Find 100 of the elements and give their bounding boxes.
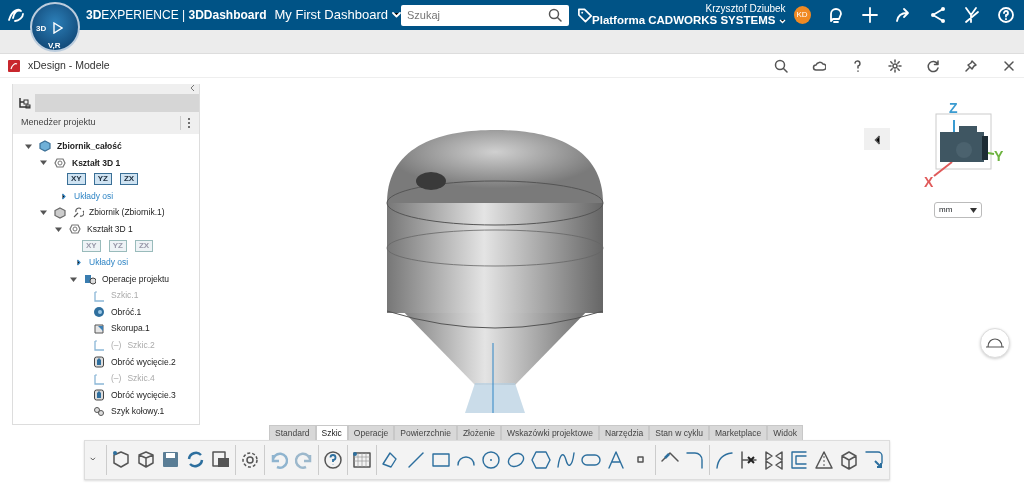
part-icon[interactable] xyxy=(135,449,157,471)
caret-icon[interactable] xyxy=(25,142,32,150)
tree-item[interactable]: Zbiornik_całość xyxy=(57,139,122,153)
tree-item[interactable]: Obróć wycięcie.2 xyxy=(111,355,176,369)
toolbar-tab[interactable]: Widok xyxy=(767,425,803,440)
more-icon[interactable] xyxy=(187,116,191,129)
revolve-icon xyxy=(93,306,105,319)
network-icon[interactable] xyxy=(928,6,947,24)
link-icon xyxy=(72,206,84,219)
spline-icon[interactable] xyxy=(555,449,577,471)
refresh-icon[interactable] xyxy=(926,58,940,73)
fillet-icon[interactable] xyxy=(684,449,706,471)
chevron-icon xyxy=(873,135,881,146)
caret-icon[interactable] xyxy=(40,159,47,167)
search-icon xyxy=(547,8,562,22)
trim-icon[interactable] xyxy=(738,449,760,471)
plane-icon[interactable]: XY xyxy=(67,173,86,186)
exit-sketch-icon[interactable] xyxy=(863,449,885,471)
search-button[interactable] xyxy=(540,4,569,26)
toolbar-tab[interactable]: Powierzchnie xyxy=(394,425,457,440)
suppressed-mark: (–) xyxy=(111,339,122,352)
play-icon xyxy=(51,22,63,34)
tree-item[interactable]: Obróć.1 xyxy=(111,305,142,319)
compass-button[interactable]: 3D V,R xyxy=(30,2,80,52)
tree-item[interactable]: Operacje projektu xyxy=(102,272,170,286)
tree-item[interactable]: Skorupa.1 xyxy=(111,322,150,336)
tree-link[interactable]: Układy osi xyxy=(74,189,114,203)
offset-icon[interactable] xyxy=(788,449,810,471)
assembly-icon xyxy=(39,140,51,153)
chevron-icon[interactable] xyxy=(76,258,82,266)
toolbar-tab[interactable]: Wskazówki projektowe xyxy=(501,425,599,440)
axis-label: Z xyxy=(949,99,958,118)
cut-icon xyxy=(93,356,105,368)
body-icon xyxy=(69,223,81,236)
help-icon[interactable] xyxy=(322,449,344,471)
tree-item[interactable]: Kształt 3D 1 xyxy=(87,222,133,236)
tree-item[interactable]: Obróć wycięcie.3 xyxy=(111,388,176,402)
caret-icon[interactable] xyxy=(55,225,62,233)
search-icon[interactable] xyxy=(774,58,788,73)
search-field[interactable]: Szukaj xyxy=(400,4,541,26)
toolbar-tab[interactable]: Złożenie xyxy=(456,425,501,440)
toolbar-tab[interactable]: Marketplace xyxy=(709,425,768,440)
axis-label: Y xyxy=(994,147,1004,166)
grid-icon[interactable] xyxy=(351,449,373,471)
axis-label: X xyxy=(924,173,934,192)
caret-icon[interactable] xyxy=(70,275,77,283)
collapse-icon[interactable] xyxy=(190,84,195,92)
settings-icon[interactable] xyxy=(888,58,902,73)
polygon-icon[interactable] xyxy=(530,449,552,471)
operations-icon xyxy=(84,273,96,286)
close-icon[interactable] xyxy=(1002,58,1016,73)
curve-icon[interactable] xyxy=(713,449,735,471)
tree-item[interactable]: Zbiornik (Zbiornik.1) xyxy=(89,206,165,220)
help-icon[interactable] xyxy=(996,6,1015,24)
tree-item[interactable]: Kształt 3D 1 xyxy=(72,156,121,170)
user-name: Krzysztof Dziubek xyxy=(704,3,786,15)
body-icon xyxy=(54,156,66,169)
plus-icon[interactable] xyxy=(860,6,879,24)
pin-icon[interactable] xyxy=(964,58,978,73)
ds-logo-icon[interactable] xyxy=(6,6,26,24)
xdesign-logo-icon xyxy=(8,59,20,72)
tag-icon[interactable] xyxy=(576,7,592,23)
pattern-icon xyxy=(93,405,105,418)
toolbar-tab[interactable]: Narzędzia xyxy=(599,425,650,440)
caret-icon xyxy=(391,12,401,18)
chevron-icon[interactable] xyxy=(61,192,67,200)
toolbar-tab[interactable]: Standard xyxy=(269,425,316,440)
suppressed-mark: (–) xyxy=(111,372,122,385)
compass-label: 3D xyxy=(36,23,47,35)
collapse-button[interactable] xyxy=(864,128,890,150)
assistant-button[interactable] xyxy=(980,328,1010,358)
mirror-icon[interactable] xyxy=(763,449,785,471)
part-icon xyxy=(54,206,66,219)
plane-icon[interactable]: ZX xyxy=(119,173,139,186)
caret-icon xyxy=(970,207,977,213)
caret-icon[interactable] xyxy=(40,209,47,217)
settings-icon[interactable] xyxy=(239,449,261,471)
widget-title: xDesign - Modele xyxy=(28,57,110,73)
tree-item[interactable]: Szyk kołowy.1 xyxy=(111,405,165,419)
units-dropdown[interactable]: mm xyxy=(934,202,982,218)
panel-title: Menedżer projektu xyxy=(21,116,96,130)
circle-icon[interactable] xyxy=(480,449,502,471)
caret-icon xyxy=(778,18,786,24)
construction-icon[interactable] xyxy=(813,449,835,471)
tree-icon xyxy=(17,97,31,109)
platform-menu[interactable]: Platforma CADWORKS SYSTEMS xyxy=(592,14,786,27)
app-title: 3DEXPERIENCE | 3DDashboard xyxy=(86,7,267,24)
shell-icon xyxy=(93,322,105,335)
cube-icon[interactable] xyxy=(838,449,860,471)
cut-icon xyxy=(93,389,105,402)
text-icon[interactable] xyxy=(605,449,627,471)
tree-link[interactable]: Układy osi xyxy=(89,256,129,269)
toolbar-tab[interactable]: Szkic xyxy=(315,425,348,440)
toolbar-tab[interactable]: Operacje xyxy=(347,425,395,440)
plane-icon[interactable]: YZ xyxy=(93,173,112,186)
dashboard-menu[interactable]: My First Dashboard xyxy=(274,5,401,25)
toolbar-tab[interactable]: Stan w cyklu xyxy=(649,425,709,440)
tools-icon[interactable] xyxy=(962,6,981,24)
compass-label: V,R xyxy=(48,40,61,52)
new-part-icon[interactable] xyxy=(110,449,132,471)
